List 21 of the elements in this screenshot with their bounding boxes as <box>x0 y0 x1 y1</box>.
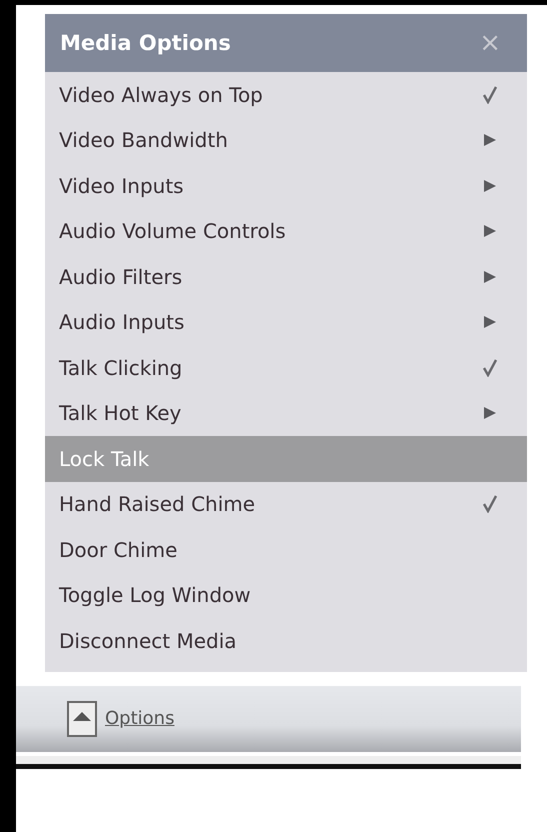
menu-item[interactable]: Talk Hot Key <box>45 390 527 436</box>
menu-item[interactable]: Disconnect Media <box>45 618 527 664</box>
collapse-up-icon[interactable] <box>67 700 97 736</box>
menu-item[interactable]: Audio Filters <box>45 254 527 300</box>
menu-item[interactable]: Toggle Log Window <box>45 572 527 618</box>
triangle-right-icon <box>483 406 497 420</box>
menu-title: Media Options <box>60 31 231 55</box>
menu-item[interactable]: Video Always on Top <box>45 72 527 118</box>
options-link[interactable]: Options <box>105 708 174 729</box>
menu-item[interactable]: Door Chime <box>45 527 527 572</box>
triangle-right-icon <box>483 178 497 193</box>
menu-item[interactable]: Talk Clicking <box>45 345 527 390</box>
menu-item[interactable]: Audio Inputs <box>45 300 527 345</box>
menu-item[interactable]: Audio Volume Controls <box>45 208 527 254</box>
triangle-right-icon <box>483 224 497 238</box>
menu-item[interactable]: Video Bandwidth <box>45 118 527 163</box>
menu-item[interactable]: Video Inputs <box>45 163 527 208</box>
triangle-right-icon <box>483 315 497 330</box>
menu-item[interactable]: Hand Raised Chime <box>45 482 527 527</box>
triangle-right-icon <box>483 133 497 148</box>
triangle-right-icon <box>483 270 497 284</box>
